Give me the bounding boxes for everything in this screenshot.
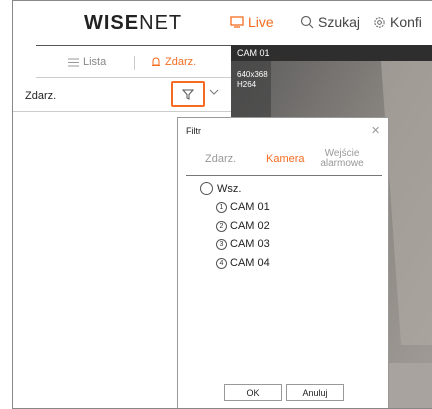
chevron-down-icon[interactable] [209, 88, 219, 96]
camera-codec: H264 [237, 80, 257, 89]
ok-button[interactable]: OK [224, 384, 282, 401]
camera-option-4[interactable]: 4 CAM 04 [216, 257, 270, 269]
nav-config[interactable]: Konfi [373, 14, 422, 30]
wisenet-logo: WΙSENET [84, 12, 183, 34]
camera-resolution: 640x368 [237, 70, 268, 79]
tab-lista[interactable]: Lista [68, 56, 106, 68]
row-divider [13, 111, 231, 112]
close-icon[interactable]: ✕ [371, 124, 380, 137]
radio-icon [200, 182, 213, 195]
option-all-label: Wsz. [217, 182, 242, 195]
number-circle-icon: 4 [216, 257, 227, 269]
dialog-title: Filtr [186, 126, 201, 136]
camera-option-label: CAM 01 [230, 201, 270, 213]
tabs-underline [36, 77, 231, 78]
camera-option-2[interactable]: 2 CAM 02 [216, 220, 270, 232]
filter-dialog: Filtr ✕ Zdarz. Kamera Wejście alarmowe W… [177, 117, 389, 409]
filter-button[interactable] [171, 81, 205, 107]
camera-stream-info: 640x368 H264 [237, 70, 268, 90]
top-header [13, 1, 432, 45]
nav-search-label: Szukaj [318, 14, 361, 30]
tab-zdarz-label: Zdarz. [165, 56, 197, 68]
dialog-tab-alarm-input[interactable]: Wejście alarmowe [316, 149, 368, 169]
nav-search[interactable]: Szukaj [300, 14, 360, 30]
camera-option-1[interactable]: 1 CAM 01 [216, 201, 270, 213]
camera-option-label: CAM 04 [230, 257, 270, 269]
gear-icon [374, 16, 385, 28]
tab-lista-label: Lista [83, 56, 107, 68]
filter-row-label: Zdarz. [25, 90, 57, 102]
dialog-tab-zdarz[interactable]: Zdarz. [205, 153, 236, 165]
dialog-tabs-divider [186, 175, 382, 176]
number-circle-icon: 2 [216, 220, 227, 232]
option-all[interactable]: Wsz. [200, 182, 241, 195]
number-circle-icon: 1 [216, 201, 227, 213]
dialog-tab-kamera[interactable]: Kamera [266, 153, 305, 165]
camera-name: CAM 01 [237, 48, 270, 58]
camera-option-3[interactable]: 3 CAM 03 [216, 238, 270, 250]
search-icon [300, 15, 314, 29]
camera-option-label: CAM 02 [230, 220, 270, 232]
tab-separator [134, 56, 135, 70]
bell-icon [152, 56, 160, 66]
monitor-icon [230, 16, 244, 28]
tab-zdarz[interactable]: Zdarz. [151, 56, 196, 68]
nav-config-label: Konfi [390, 14, 422, 30]
nav-live[interactable]: Live [230, 14, 274, 30]
number-circle-icon: 3 [216, 238, 227, 250]
list-icon [68, 58, 79, 66]
panel-tabs: Lista Zdarz. [23, 52, 231, 76]
camera-option-label: CAM 03 [230, 238, 270, 250]
filter-icon [182, 89, 194, 100]
nav-live-label: Live [248, 14, 274, 30]
dialog-tab-alarm-input-line2: alarmowe [320, 158, 364, 169]
cancel-button[interactable]: Anuluj [286, 384, 344, 401]
left-panel-top-border [36, 45, 231, 46]
